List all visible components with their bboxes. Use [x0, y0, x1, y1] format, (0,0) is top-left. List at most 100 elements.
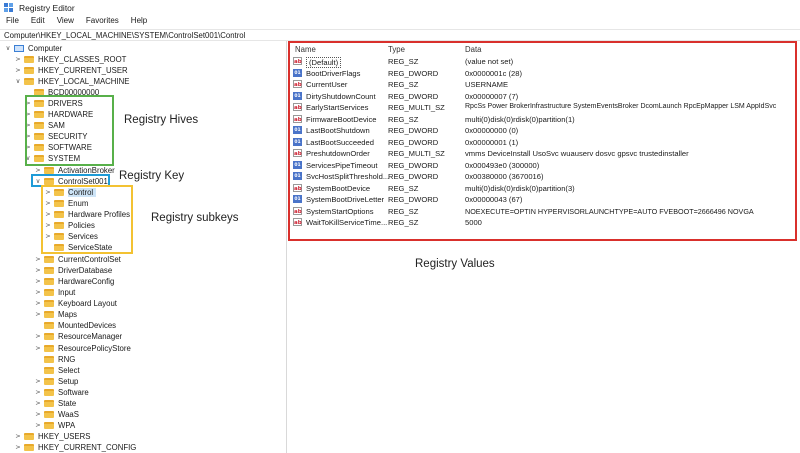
chevron-right-icon[interactable]: >	[24, 132, 32, 140]
value-data: 0x00000043 (67)	[465, 195, 523, 204]
menu-favorites[interactable]: Favorites	[86, 16, 119, 28]
value-row[interactable]: 01 SystemBootDriveLetter REG_DWORD 0x000…	[290, 194, 795, 206]
tree-node-computer[interactable]: ∨ Computer	[4, 43, 63, 54]
value-row[interactable]: ab EarlyStartServices REG_MULTI_SZ RpcSs…	[290, 102, 795, 114]
chevron-right-icon[interactable]: >	[34, 399, 42, 407]
tree-node-setup[interactable]: > Setup	[34, 376, 78, 387]
key-tree-pane: ∨ Computer > HKEY_CLASSES_ROOT > HKEY_CU…	[0, 41, 287, 453]
tree-node-keyboard-layout[interactable]: > Keyboard Layout	[34, 298, 117, 309]
tree-node-enum[interactable]: > Enum	[44, 198, 88, 209]
chevron-right-icon[interactable]: >	[14, 432, 22, 440]
chevron-right-icon[interactable]: >	[24, 110, 32, 118]
value-row[interactable]: ab (Default) REG_SZ (value not set)	[290, 56, 795, 68]
tree-node-control[interactable]: > Control	[44, 187, 97, 198]
tree-node-resource-policy-store[interactable]: > ResourcePolicyStore	[34, 343, 131, 354]
chevron-right-icon[interactable]: >	[34, 299, 42, 307]
value-row[interactable]: ab CurrentUser REG_SZ USERNAME	[290, 79, 795, 91]
value-row[interactable]: 01 ServicesPipeTimeout REG_DWORD 0x00049…	[290, 160, 795, 172]
tree-node-waas[interactable]: > WaaS	[34, 409, 79, 420]
tree-node-hardware[interactable]: > HARDWARE	[24, 109, 93, 120]
chevron-right-icon[interactable]: >	[44, 199, 52, 207]
tree-node-hkcc[interactable]: > HKEY_CURRENT_CONFIG	[14, 442, 136, 453]
tree-node-software-sub[interactable]: > Software	[34, 387, 89, 398]
value-row[interactable]: 01 LastBootShutdown REG_DWORD 0x00000000…	[290, 125, 795, 137]
menu-help[interactable]: Help	[131, 16, 147, 28]
tree-node-policies[interactable]: > Policies	[44, 220, 95, 231]
tree-node-sam[interactable]: > SAM	[24, 120, 65, 131]
tree-node-select[interactable]: Select	[34, 365, 80, 376]
tree-node-security[interactable]: > SECURITY	[24, 131, 87, 142]
chevron-right-icon[interactable]: >	[44, 232, 52, 240]
chevron-right-icon[interactable]: >	[24, 121, 32, 129]
value-row[interactable]: ab PreshutdownOrder REG_MULTI_SZ vmms De…	[290, 148, 795, 160]
chevron-right-icon[interactable]: >	[14, 55, 22, 63]
value-row[interactable]: ab SystemStartOptions REG_SZ NOEXECUTE=O…	[290, 206, 795, 218]
chevron-right-icon[interactable]: >	[14, 443, 22, 451]
tree-node-service-state[interactable]: ServiceState	[44, 242, 112, 253]
tree-node-input[interactable]: > Input	[34, 287, 75, 298]
tree-node-current-control-set[interactable]: > CurrentControlSet	[34, 254, 121, 265]
tree-node-services[interactable]: > Services	[44, 231, 98, 242]
tree-node-rng[interactable]: RNG	[34, 354, 75, 365]
chevron-right-icon[interactable]: >	[34, 266, 42, 274]
tree-node-hkcr[interactable]: > HKEY_CLASSES_ROOT	[14, 54, 126, 65]
chevron-right-icon[interactable]: >	[34, 344, 42, 352]
menu-edit[interactable]: Edit	[31, 16, 45, 28]
chevron-right-icon[interactable]: >	[34, 421, 42, 429]
value-row[interactable]: 01 DirtyShutdownCount REG_DWORD 0x000000…	[290, 91, 795, 103]
chevron-right-icon[interactable]: >	[24, 143, 32, 151]
value-row[interactable]: ab FirmwareBootDevice REG_SZ multi(0)dis…	[290, 114, 795, 126]
chevron-down-icon[interactable]: ∨	[34, 177, 42, 185]
column-header-data[interactable]: Data	[465, 45, 481, 54]
tree-node-hklm[interactable]: ∨ HKEY_LOCAL_MACHINE	[14, 76, 130, 87]
tree-node-resource-manager[interactable]: > ResourceManager	[34, 331, 122, 342]
tree-node-maps[interactable]: > Maps	[34, 309, 77, 320]
tree-node-software[interactable]: > SOFTWARE	[24, 142, 92, 153]
value-row[interactable]: ab WaitToKillServiceTime... REG_SZ 5000	[290, 217, 795, 229]
chevron-right-icon[interactable]: >	[44, 221, 52, 229]
tree-node-hardware-config[interactable]: > HardwareConfig	[34, 276, 114, 287]
column-header-name[interactable]: Name	[295, 45, 316, 54]
column-header-type[interactable]: Type	[388, 45, 405, 54]
chevron-right-icon[interactable]: >	[34, 310, 42, 318]
tree-node-hku[interactable]: > HKEY_USERS	[14, 431, 90, 442]
chevron-right-icon[interactable]: >	[34, 377, 42, 385]
address-bar[interactable]: Computer\HKEY_LOCAL_MACHINE\SYSTEM\Contr…	[0, 29, 800, 41]
tree-node-bcd[interactable]: BCD00000000	[24, 87, 99, 98]
tree-node-controlset001[interactable]: ∨ ControlSet001	[34, 176, 108, 187]
tree-node-wpa[interactable]: > WPA	[34, 420, 75, 431]
value-row[interactable]: ab SystemBootDevice REG_SZ multi(0)disk(…	[290, 183, 795, 195]
tree-node-hardware-profiles[interactable]: > Hardware Profiles	[44, 209, 130, 220]
tree-node-mounted-devices[interactable]: MountedDevices	[34, 320, 116, 331]
chevron-right-icon[interactable]: >	[34, 410, 42, 418]
tree-node-activation-broker[interactable]: > ActivationBroker	[34, 165, 115, 176]
tree-node-label: DRIVERS	[48, 98, 83, 108]
menu-file[interactable]: File	[6, 16, 19, 28]
tree-node-label: HardwareConfig	[58, 276, 115, 286]
value-row[interactable]: 01 LastBootSucceeded REG_DWORD 0x0000000…	[290, 137, 795, 149]
tree-node-drivers[interactable]: > DRIVERS	[24, 98, 83, 109]
tree-node-driver-database[interactable]: > DriverDatabase	[34, 265, 112, 276]
value-row[interactable]: 01 BootDriverFlags REG_DWORD 0x0000001c …	[290, 68, 795, 80]
chevron-down-icon[interactable]: ∨	[24, 154, 32, 162]
chevron-right-icon[interactable]: >	[14, 66, 22, 74]
chevron-right-icon[interactable]: >	[34, 388, 42, 396]
tree-node-state[interactable]: > State	[34, 398, 76, 409]
tree-node-system[interactable]: ∨ SYSTEM	[24, 153, 80, 164]
chevron-right-icon[interactable]: >	[34, 166, 42, 174]
folder-icon	[44, 410, 54, 418]
chevron-right-icon[interactable]: >	[34, 332, 42, 340]
chevron-right-icon[interactable]: >	[34, 288, 42, 296]
tree-node-hkcu[interactable]: > HKEY_CURRENT_USER	[14, 65, 127, 76]
chevron-down-icon[interactable]: ∨	[14, 77, 22, 85]
chevron-right-icon[interactable]: >	[34, 255, 42, 263]
tree-node-label: Software	[58, 387, 89, 397]
value-row[interactable]: 01 SvcHostSplitThreshold... REG_DWORD 0x…	[290, 171, 795, 183]
chevron-right-icon[interactable]: >	[24, 99, 32, 107]
chevron-right-icon[interactable]: >	[44, 210, 52, 218]
value-data: vmms DeviceInstall UsoSvc wuauserv dosvc…	[465, 149, 689, 158]
chevron-right-icon[interactable]: >	[34, 277, 42, 285]
chevron-down-icon[interactable]: ∨	[4, 44, 12, 52]
menu-view[interactable]: View	[57, 16, 74, 28]
chevron-right-icon[interactable]: >	[44, 188, 52, 196]
